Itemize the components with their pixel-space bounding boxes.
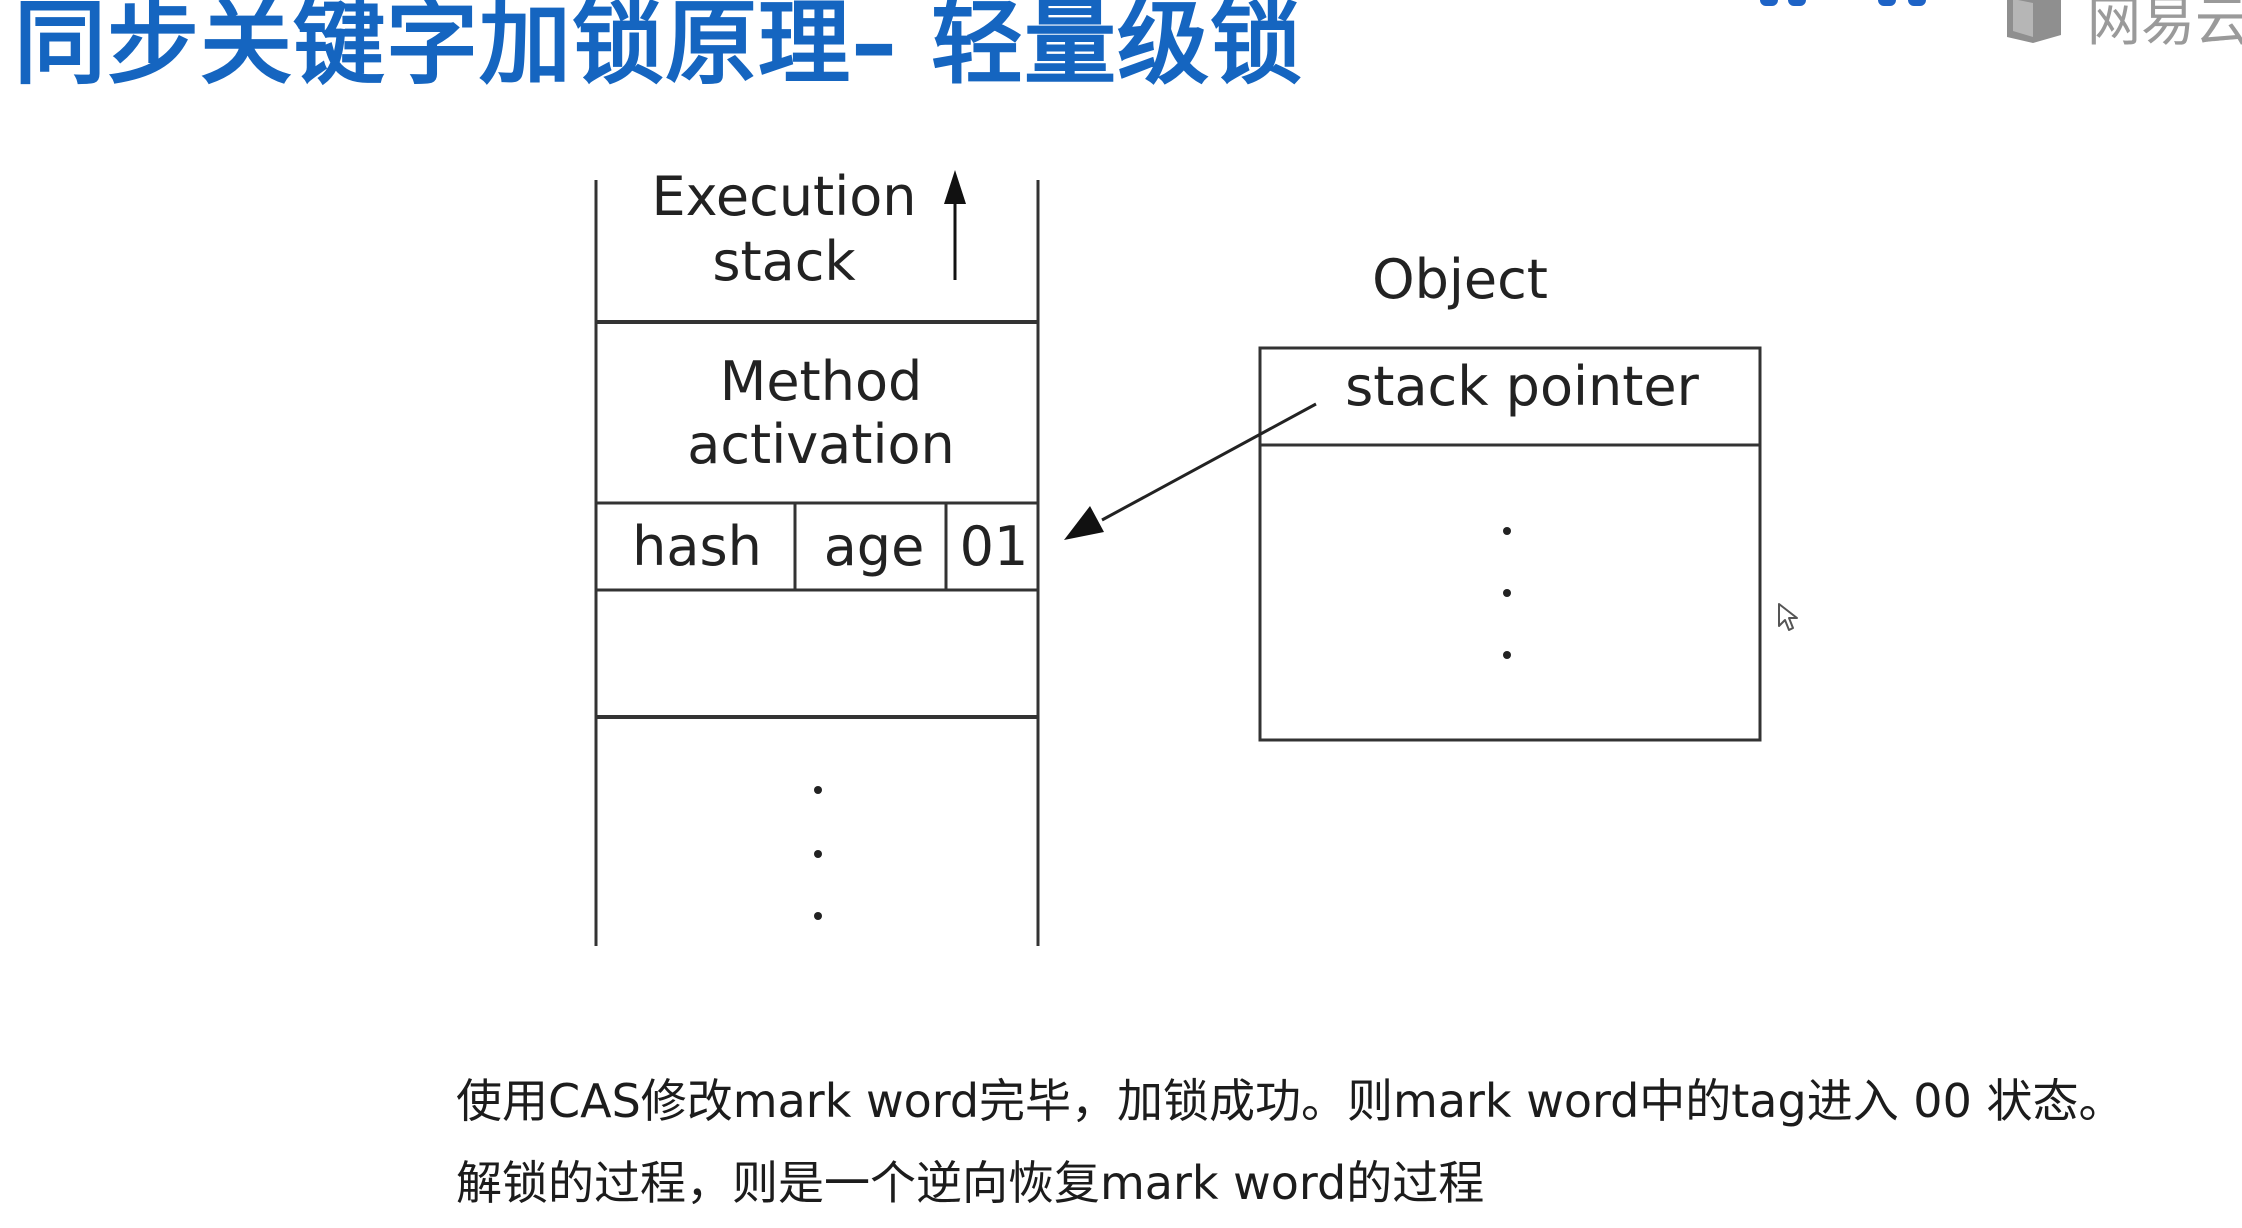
method-activation-line1: Method (720, 350, 923, 413)
mark-word-age: age (824, 515, 925, 578)
object-ellipsis (1503, 527, 1511, 659)
object-stack-pointer-field: stack pointer (1345, 355, 1699, 418)
stack-ellipsis (814, 786, 822, 920)
execution-stack-label-line2: stack (712, 230, 856, 293)
mark-word-hash: hash (632, 515, 762, 578)
stack-growth-arrow (944, 170, 966, 280)
execution-stack: Execution stack Method activation hash a… (594, 165, 1040, 946)
caption-line-2: 解锁的过程，则是一个逆向恢复mark word的过程 (456, 1156, 1485, 1210)
object-title: Object (1372, 248, 1548, 311)
mouse-cursor-icon (1778, 603, 1798, 631)
lightweight-lock-diagram: Execution stack Method activation hash a… (594, 165, 1762, 946)
method-activation-line2: activation (687, 413, 954, 476)
stack-pointer-arrow (1064, 402, 1317, 540)
execution-stack-label-line1: Execution (652, 165, 917, 228)
caption: 使用CAS修改mark word完毕，加锁成功。则mark word中的tag进… (456, 1060, 2124, 1224)
mark-word-tag: 01 (960, 515, 1029, 578)
object-box: Object stack pointer (1258, 248, 1762, 742)
caption-line-1: 使用CAS修改mark word完毕，加锁成功。则mark word中的tag进… (456, 1074, 2125, 1128)
